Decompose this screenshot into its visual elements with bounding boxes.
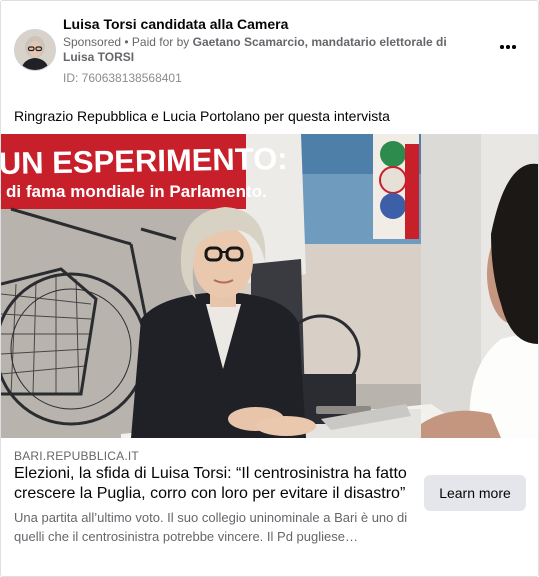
sponsored-info: Sponsored • Paid for by Gaetano Scamarci… xyxy=(63,35,473,65)
link-domain: BARI.REPUBBLICA.IT xyxy=(14,449,139,463)
paid-for-prefix: • Paid for by xyxy=(121,35,193,49)
ellipsis-icon xyxy=(500,45,504,49)
banner-line1: UN ESPERIMENTO: xyxy=(1,141,288,181)
post-text: Ringrazio Repubblica e Lucia Portolano p… xyxy=(14,108,390,124)
ellipsis-dot xyxy=(512,45,516,49)
learn-more-button[interactable]: Learn more xyxy=(424,475,526,511)
link-description: Una partita all’ultimo voto. Il suo coll… xyxy=(14,510,408,544)
ad-card: Luisa Torsi candidata alla Camera Sponso… xyxy=(0,0,539,577)
link-preview[interactable]: BARI.REPUBBLICA.IT Elezioni, la sfida di… xyxy=(1,438,538,576)
ad-id: ID: 760638138568401 xyxy=(63,71,182,85)
avatar-portrait-icon xyxy=(15,30,55,70)
banner-line2: di fama mondiale in Parlamento. xyxy=(6,182,267,201)
ellipsis-dot xyxy=(506,45,510,49)
post-image[interactable]: UN ESPERIMENTO: di fama mondiale in Parl… xyxy=(1,134,538,438)
interview-photo: UN ESPERIMENTO: di fama mondiale in Parl… xyxy=(1,134,538,438)
more-options-button[interactable] xyxy=(495,37,521,57)
post-header: Luisa Torsi candidata alla Camera Sponso… xyxy=(1,1,538,101)
link-title[interactable]: Elezioni, la sfida di Luisa Torsi: “Il c… xyxy=(14,464,414,504)
page-avatar[interactable] xyxy=(14,29,56,71)
page-name[interactable]: Luisa Torsi candidata alla Camera xyxy=(63,16,288,32)
sponsored-label: Sponsored xyxy=(63,35,122,49)
